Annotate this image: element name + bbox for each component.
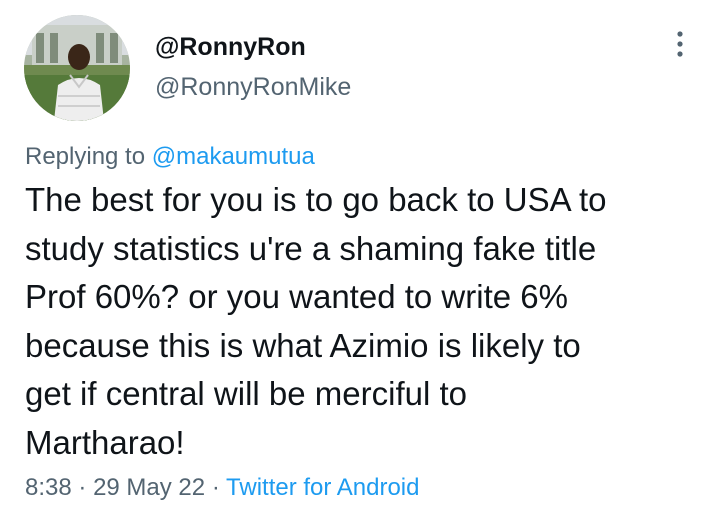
- more-options-button[interactable]: [664, 28, 696, 60]
- tweet-detail: @RonnyRon @RonnyRonMike Replying to @mak…: [0, 0, 720, 512]
- tweet-text-line: study statistics u're a shaming fake tit…: [25, 229, 597, 267]
- tweet-text-line: The best for you is to go back to USA to: [25, 181, 607, 218]
- tweet-time[interactable]: 8:38: [25, 474, 72, 501]
- tweet-text-line: get if central will be merciful to: [25, 375, 468, 412]
- avatar-photo: [24, 15, 130, 121]
- tweet-source-link[interactable]: Twitter for Android: [226, 474, 419, 501]
- tweet-text-line: Prof 60%? or you wanted to write 6%: [25, 278, 568, 315]
- author-handle[interactable]: @RonnyRonMike: [155, 73, 351, 101]
- tweet-text-line: because this is what Azimio is likely to: [25, 326, 581, 364]
- replying-to-label: Replying to: [25, 143, 146, 170]
- replying-to: Replying to @makaumutua: [25, 143, 315, 171]
- tweet-text-line: Martharao!: [25, 423, 185, 461]
- reply-mention-link[interactable]: @makaumutua: [152, 143, 315, 170]
- tweet-date[interactable]: 29 May 22: [93, 474, 205, 501]
- tweet-text: The best for you is to go back to USA to…: [25, 176, 705, 467]
- author-display-name[interactable]: @RonnyRon: [155, 33, 306, 61]
- more-vertical-icon: [677, 31, 683, 57]
- meta-separator: ·: [211, 474, 220, 501]
- avatar[interactable]: [24, 15, 130, 121]
- tweet-meta: 8:38 · 29 May 22 · Twitter for Android: [25, 474, 419, 502]
- meta-separator: ·: [78, 474, 87, 501]
